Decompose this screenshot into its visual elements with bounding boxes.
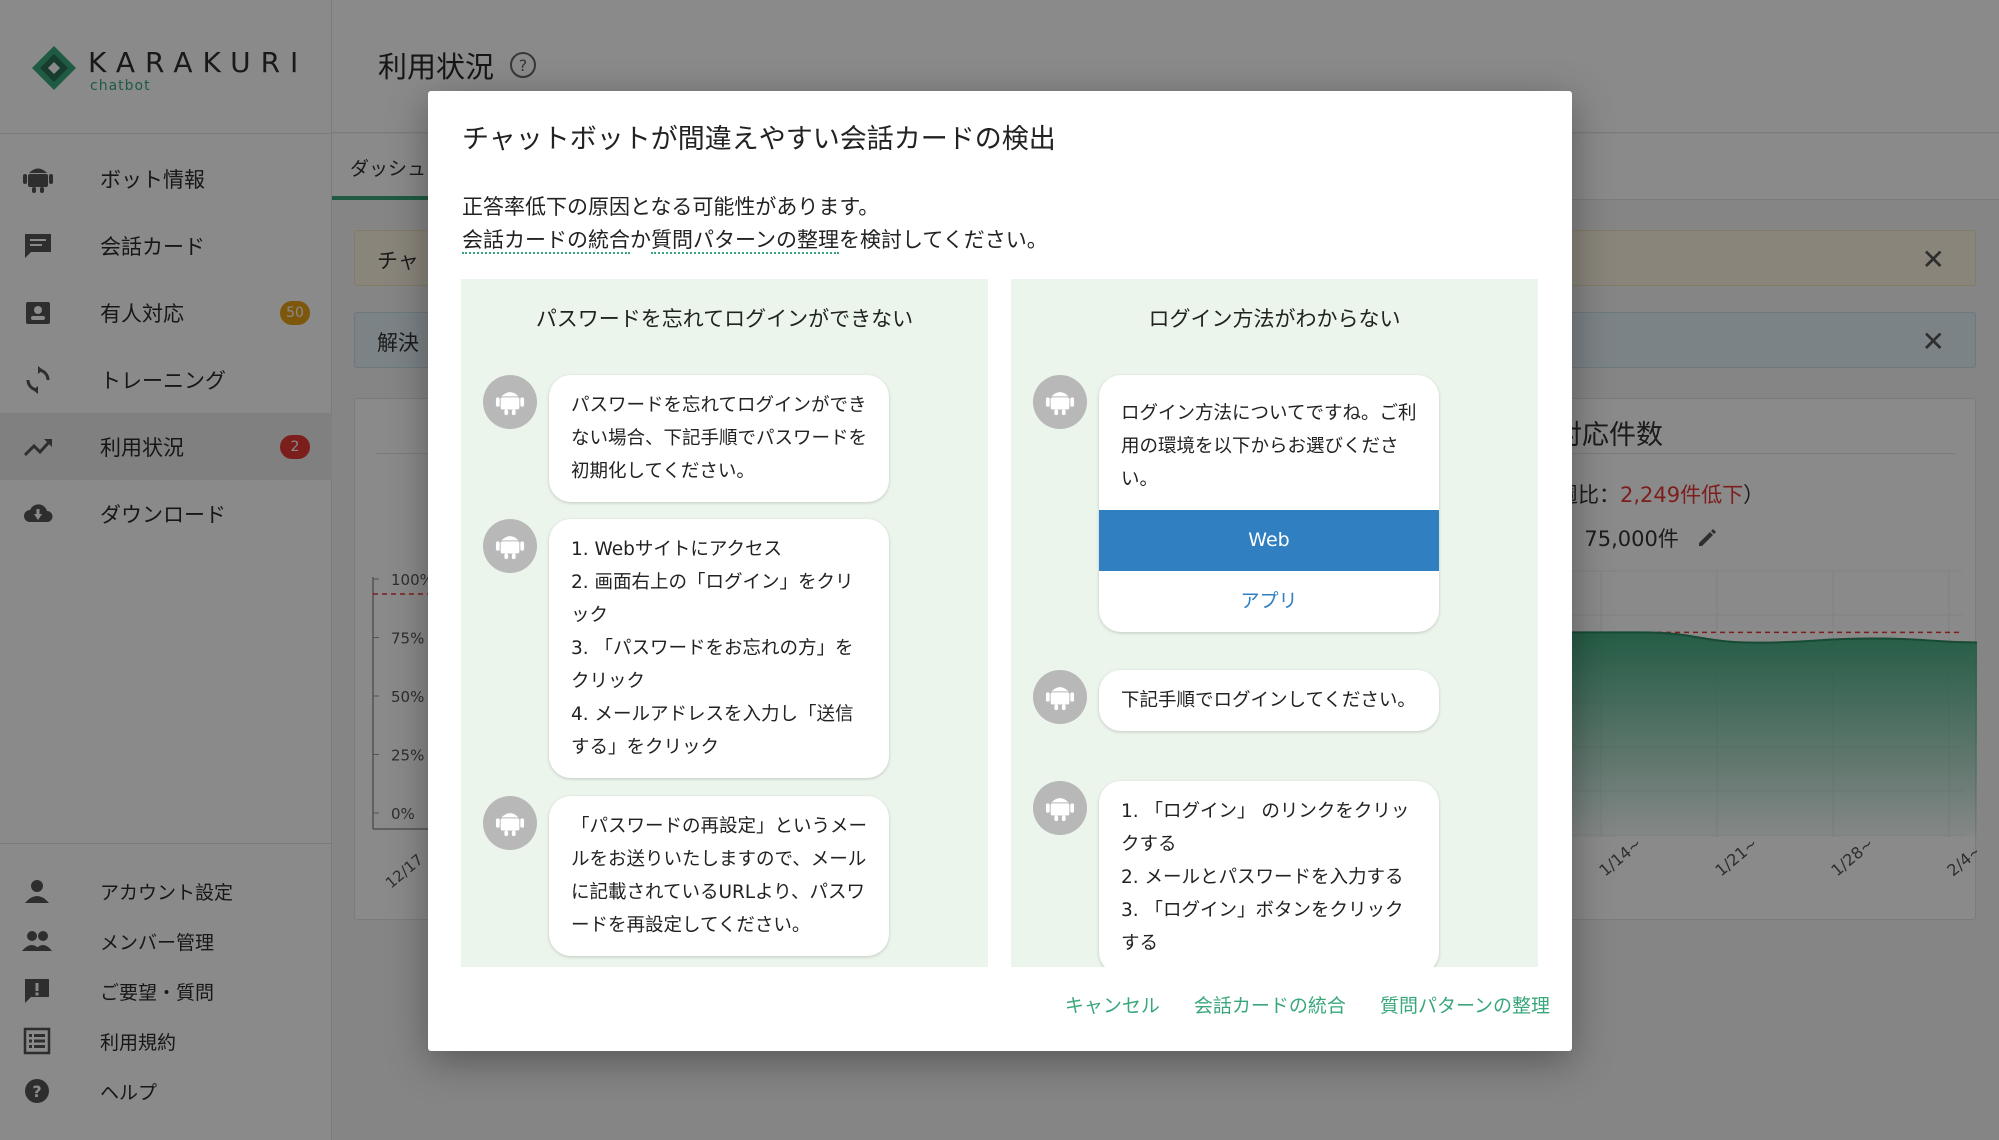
merge-cards-button[interactable]: 会話カードの統合 xyxy=(1194,991,1346,1018)
android-icon xyxy=(1045,798,1075,822)
detection-dialog: チャットボットが間違えやすい会話カードの検出 正答率低下の原因となる可能性があり… xyxy=(428,91,1572,1051)
android-icon xyxy=(495,536,525,560)
bot-avatar xyxy=(1033,781,1087,835)
message-bubble: パスワードを忘れてログインができない場合、下記手順でパスワードを初期化してくださ… xyxy=(549,375,889,502)
description-connector: か xyxy=(630,228,651,252)
android-icon xyxy=(495,813,525,837)
bot-avatar xyxy=(1033,375,1087,429)
message-bubble: 「パスワードの再設定」というメールをお送りいたしますので、メールに記載されている… xyxy=(549,796,889,956)
dialog-title: チャットボットが間違えやすい会話カードの検出 xyxy=(462,124,1056,155)
bot-avatar xyxy=(1033,670,1087,724)
bot-avatar xyxy=(483,796,537,850)
bot-avatar xyxy=(483,519,537,573)
conversation-card-title: ログイン方法がわからない xyxy=(1148,307,1401,331)
dialog-actions: キャンセル 会話カードの統合 質問パターンの整理 xyxy=(1065,991,1550,1018)
message-bubble: 1. 「ログイン」 のリンクをクリックする 2. メールとパスワードを入力する … xyxy=(1099,781,1439,967)
conversation-card-column[interactable]: ログイン方法がわからない ログイン方法についてですね。ご利用の環境を以下からお選… xyxy=(1011,279,1538,967)
conversation-card-title: パスワードを忘れてログインができない xyxy=(535,307,914,331)
merge-cards-term[interactable]: 会話カードの統合 xyxy=(462,228,630,254)
choice-app-button[interactable]: アプリ xyxy=(1099,571,1439,632)
cancel-button[interactable]: キャンセル xyxy=(1065,991,1160,1018)
description-line-1: 正答率低下の原因となる可能性があります。 xyxy=(462,195,880,219)
conversation-card-column[interactable]: パスワードを忘れてログインができない パスワードを忘れてログインができない場合、… xyxy=(461,279,988,967)
dialog-description: 正答率低下の原因となる可能性があります。 会話カードの統合か質問パターンの整理を… xyxy=(462,191,1048,257)
message-text: ログイン方法についてですね。ご利用の環境を以下からお選びください。 xyxy=(1121,403,1417,490)
organize-patterns-term[interactable]: 質問パターンの整理 xyxy=(651,228,839,254)
organize-patterns-button[interactable]: 質問パターンの整理 xyxy=(1380,991,1550,1018)
bot-avatar xyxy=(483,375,537,429)
choice-web-button[interactable]: Web xyxy=(1099,510,1439,571)
android-icon xyxy=(1045,392,1075,416)
choice-message-bubble: ログイン方法についてですね。ご利用の環境を以下からお選びください。 Web アプ… xyxy=(1099,375,1439,632)
message-bubble: 1. Webサイトにアクセス 2. 画面右上の「ログイン」をクリック 3. 「パ… xyxy=(549,519,889,778)
android-icon xyxy=(495,392,525,416)
android-icon xyxy=(1045,687,1075,711)
message-bubble: 下記手順でログインしてください。 xyxy=(1099,670,1439,731)
description-end: を検討してください。 xyxy=(838,228,1048,252)
description-line-2: 会話カードの統合か質問パターンの整理を検討してください。 xyxy=(462,224,1048,257)
